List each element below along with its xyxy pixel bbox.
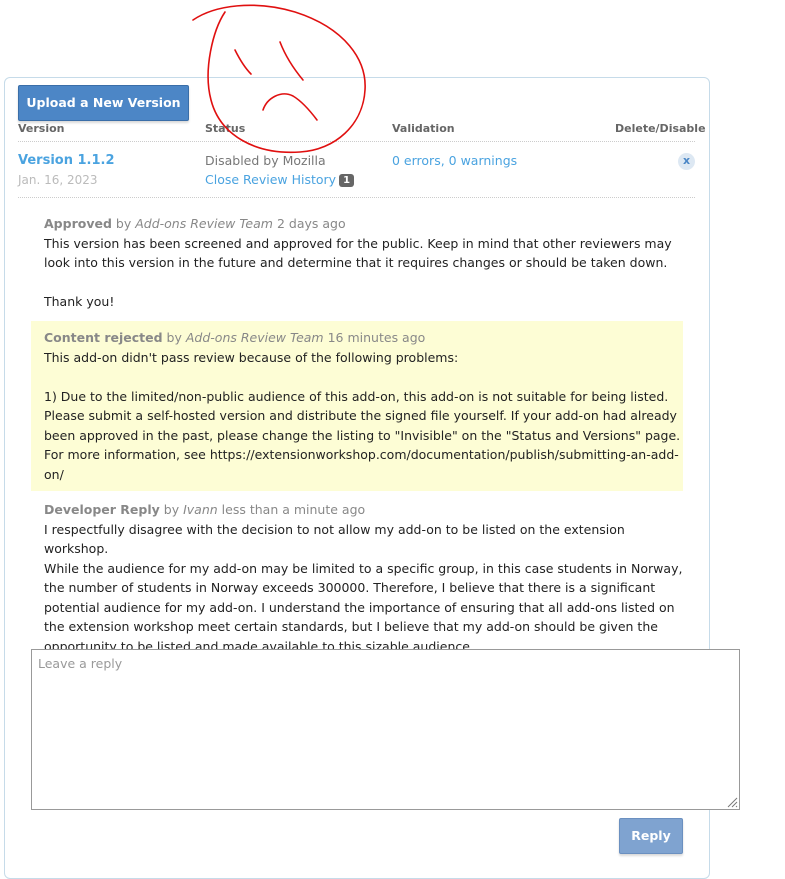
- validation-results-link[interactable]: 0 errors, 0 warnings: [392, 153, 517, 168]
- history-author: Add-ons Review Team: [135, 216, 273, 231]
- version-link[interactable]: Version 1.1.2: [18, 153, 115, 168]
- history-body-line: I respectfully disagree with the decisio…: [44, 521, 625, 557]
- history-entry-meta: Developer Reply by Ivann less than a min…: [44, 500, 684, 520]
- history-entry-meta: Content rejected by Add-ons Review Team …: [44, 328, 684, 348]
- close-review-history-label[interactable]: Close Review History: [205, 172, 336, 187]
- reply-placeholder: Leave a reply: [38, 656, 123, 671]
- history-author: Add-ons Review Team: [185, 330, 324, 345]
- history-body-line: 1) Due to the limited/non-public audienc…: [44, 388, 669, 404]
- history-body-line: on/: [44, 466, 64, 482]
- history-author: Ivann: [183, 502, 218, 517]
- history-action: Approved: [44, 216, 112, 231]
- history-body-line: been approved in the past, please change…: [44, 427, 681, 443]
- column-header-delete-disable: Delete/Disable: [615, 122, 706, 135]
- history-count-badge: 1: [339, 174, 355, 187]
- delete-version-icon[interactable]: x: [678, 153, 695, 170]
- by-word: by: [166, 330, 182, 345]
- reply-textarea[interactable]: Leave a reply: [31, 649, 740, 810]
- history-entry-meta: Approved by Add-ons Review Team 2 days a…: [44, 214, 684, 234]
- history-body-line: For more information, see https://extens…: [44, 447, 679, 462]
- history-body-line: look into this version in the future and…: [44, 255, 668, 270]
- upload-new-version-button[interactable]: Upload a New Version: [18, 85, 189, 121]
- history-body-line: [44, 273, 684, 293]
- history-entry-developer-reply: Developer Reply by Ivann less than a min…: [44, 500, 684, 656]
- history-time: 2 days ago: [276, 216, 346, 231]
- row-divider: [18, 197, 695, 198]
- by-word: by: [163, 502, 180, 517]
- history-action: Content rejected: [44, 330, 163, 345]
- history-body-line: While the audience for my add-on may be …: [44, 560, 683, 576]
- version-date: Jan. 16, 2023: [18, 173, 98, 187]
- history-entry-rejected: Content rejected by Add-ons Review Team …: [44, 328, 684, 484]
- column-header-validation: Validation: [392, 122, 455, 135]
- resize-grip-icon[interactable]: [726, 796, 738, 808]
- history-body-line: potential audience for my add-on. I unde…: [44, 599, 675, 615]
- history-entry-approved: Approved by Add-ons Review Team 2 days a…: [44, 214, 684, 312]
- history-body-line: Please submit a self-hosted version and …: [44, 408, 677, 423]
- history-body-line: This version has been screened and appro…: [44, 235, 672, 251]
- reply-button[interactable]: Reply: [619, 818, 683, 854]
- history-time: less than a minute ago: [221, 502, 366, 517]
- history-time: 16 minutes ago: [327, 330, 426, 345]
- by-word: by: [115, 216, 132, 231]
- close-review-history-link[interactable]: Close Review History 1: [205, 172, 355, 187]
- history-body-line: the number of students in Norway exceeds…: [44, 580, 656, 595]
- history-body-line: This add-on didn't pass review because o…: [44, 349, 459, 365]
- history-body-line: the extension workshop meet certain stan…: [44, 619, 658, 634]
- history-body-line: Thank you!: [44, 294, 115, 309]
- history-body-line: [44, 367, 684, 387]
- history-action: Developer Reply: [44, 502, 160, 517]
- sad-face-doodle-icon: [192, 4, 366, 154]
- column-header-version: Version: [18, 122, 65, 135]
